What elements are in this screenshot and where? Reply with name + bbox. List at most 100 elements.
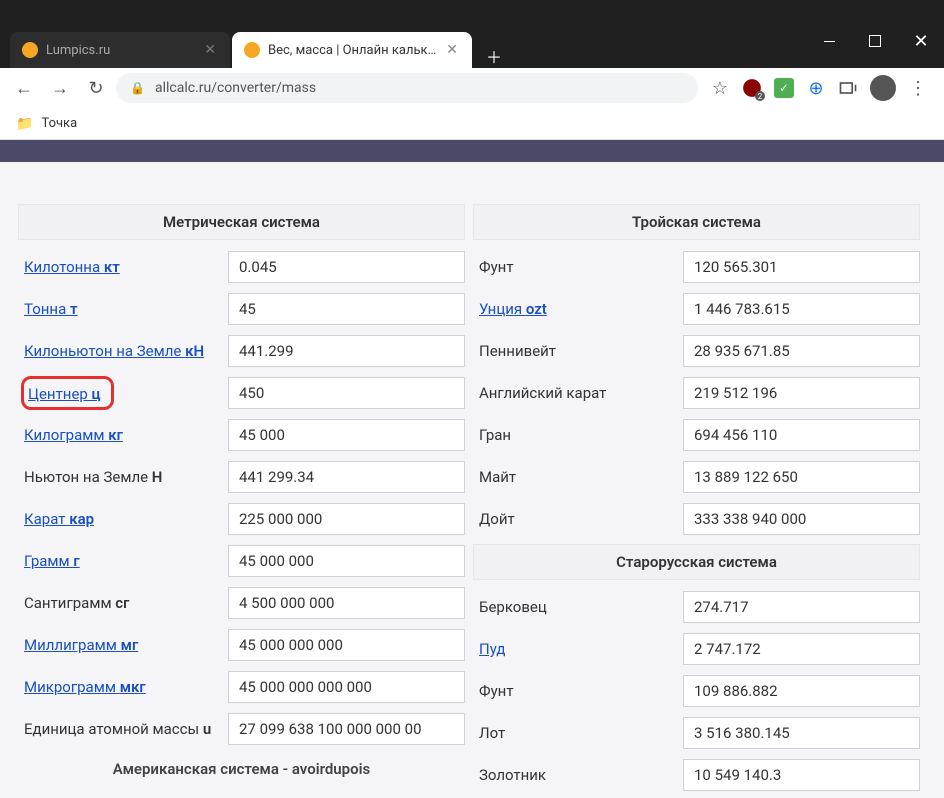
unit-value-input[interactable]	[228, 545, 465, 577]
unit-value-input[interactable]	[683, 293, 920, 325]
window-maximize[interactable]	[852, 20, 898, 62]
unit-label: Английский карат	[479, 384, 606, 402]
nav-forward-button[interactable]: →	[44, 72, 76, 104]
unit-value-input[interactable]	[228, 671, 465, 703]
unit-link[interactable]: Килограмм кг	[24, 426, 123, 444]
unit-label-cell: Пеннивейт	[473, 342, 683, 360]
unit-row: Килограмм кг	[18, 414, 465, 456]
page-content[interactable]: Метрическая система Килотонна ктТонна тК…	[0, 140, 944, 798]
unit-link[interactable]: Пуд	[479, 640, 505, 658]
unit-link[interactable]: Унция ozt	[479, 300, 547, 318]
tab-close-button[interactable]: ✕	[444, 42, 460, 58]
unit-label-cell: Пуд	[473, 640, 683, 658]
browser-menu-button[interactable]: ⋮	[908, 78, 928, 98]
unit-link[interactable]: Тонна т	[24, 300, 78, 318]
unit-row: Фунт	[473, 246, 920, 288]
unit-value-cell	[228, 629, 465, 661]
unit-value-cell	[683, 377, 920, 409]
unit-value-input[interactable]	[228, 587, 465, 619]
media-icon[interactable]	[838, 78, 858, 98]
unit-label-cell: Майт	[473, 468, 683, 486]
window-close[interactable]: ✕	[898, 20, 944, 62]
unit-value-cell	[228, 587, 465, 619]
unit-label: Майт	[479, 468, 516, 486]
unit-label-cell: Грамм г	[18, 552, 228, 570]
oldrussian-header: Старорусская система	[473, 544, 920, 580]
unit-value-cell	[683, 503, 920, 535]
new-tab-button[interactable]: ＋	[472, 44, 516, 68]
unit-value-input[interactable]	[228, 377, 465, 409]
address-bar[interactable]: 🔒 allcalc.ru/converter/mass	[116, 73, 698, 103]
tab-close-button[interactable]: ✕	[202, 42, 218, 58]
unit-row: Килоньютон на Земле кН	[18, 330, 465, 372]
nav-back-button[interactable]: ←	[8, 72, 40, 104]
unit-label: Берковец	[479, 598, 547, 616]
window-minimize[interactable]	[806, 20, 852, 62]
nav-reload-button[interactable]: ↻	[80, 72, 112, 104]
unit-value-input[interactable]	[683, 675, 920, 707]
unit-value-input[interactable]	[228, 713, 465, 745]
bookmark-folder-icon: 📁	[16, 116, 33, 132]
unit-label-cell: Миллиграмм мг	[18, 636, 228, 654]
bookmark-folder[interactable]: Точка	[41, 116, 77, 131]
profile-avatar[interactable]	[870, 75, 896, 101]
unit-value-input[interactable]	[228, 293, 465, 325]
unit-row: Килотонна кт	[18, 246, 465, 288]
unit-value-cell	[683, 675, 920, 707]
unit-value-input[interactable]	[683, 633, 920, 665]
window-controls: ✕	[806, 20, 944, 62]
unit-row: Сантиграмм сг	[18, 582, 465, 624]
unit-value-input[interactable]	[228, 503, 465, 535]
tab-lumpics[interactable]: Lumpics.ru ✕	[10, 32, 230, 68]
unit-value-input[interactable]	[683, 377, 920, 409]
lock-icon: 🔒	[130, 81, 145, 95]
unit-value-input[interactable]	[683, 759, 920, 791]
unit-value-input[interactable]	[228, 419, 465, 451]
unit-value-input[interactable]	[683, 503, 920, 535]
translate-icon[interactable]: ⊕	[806, 78, 826, 98]
unit-value-input[interactable]	[228, 251, 465, 283]
unit-value-cell	[228, 503, 465, 535]
unit-link[interactable]: Микрограмм мкг	[24, 678, 146, 696]
unit-value-input[interactable]	[683, 251, 920, 283]
unit-value-cell	[683, 591, 920, 623]
unit-value-cell	[683, 335, 920, 367]
unit-value-input[interactable]	[683, 591, 920, 623]
unit-row: Пуд	[473, 628, 920, 670]
unit-link[interactable]: Карат кар	[24, 510, 94, 528]
unit-link[interactable]: Килотонна кт	[24, 258, 120, 276]
unit-label: Единица атомной массы u	[24, 720, 211, 738]
metric-column: Метрическая система Килотонна ктТонна тК…	[18, 204, 465, 796]
unit-link[interactable]: Грамм г	[24, 552, 80, 570]
unit-value-cell	[683, 419, 920, 451]
unit-value-cell	[683, 293, 920, 325]
unit-value-input[interactable]	[683, 419, 920, 451]
unit-value-input[interactable]	[683, 717, 920, 749]
bookmark-star-icon[interactable]: ☆	[710, 78, 730, 98]
unit-value-input[interactable]	[683, 461, 920, 493]
unit-label-cell: Сантиграмм сг	[18, 594, 228, 612]
unit-value-cell	[683, 717, 920, 749]
unit-value-cell	[228, 545, 465, 577]
unit-value-cell	[228, 419, 465, 451]
ublock-extension-icon[interactable]	[742, 78, 762, 98]
unit-value-input[interactable]	[683, 335, 920, 367]
unit-label-cell: Центнер ц	[18, 376, 228, 410]
unit-label-cell: Тонна т	[18, 300, 228, 318]
unit-value-input[interactable]	[228, 461, 465, 493]
unit-value-cell	[228, 293, 465, 325]
tab-allcalc[interactable]: Вес, масса | Онлайн калькулято ✕	[232, 32, 472, 68]
unit-label: Золотник	[479, 766, 546, 784]
titlebar-spacer	[0, 0, 944, 20]
tab-title: Lumpics.ru	[46, 43, 194, 58]
unit-value-input[interactable]	[228, 629, 465, 661]
unit-value-input[interactable]	[228, 335, 465, 367]
unit-value-cell	[228, 377, 465, 409]
toolbar-icons: ☆ ⊕ ⋮	[702, 75, 936, 101]
unit-link[interactable]: Миллиграмм мг	[24, 636, 138, 654]
tab-strip: Lumpics.ru ✕ Вес, масса | Онлайн калькул…	[0, 20, 944, 68]
check-extension-icon[interactable]	[774, 78, 794, 98]
unit-link[interactable]: Килоньютон на Земле кН	[24, 342, 204, 360]
unit-label-cell: Дойт	[473, 510, 683, 528]
unit-link[interactable]: Центнер ц	[28, 385, 101, 403]
